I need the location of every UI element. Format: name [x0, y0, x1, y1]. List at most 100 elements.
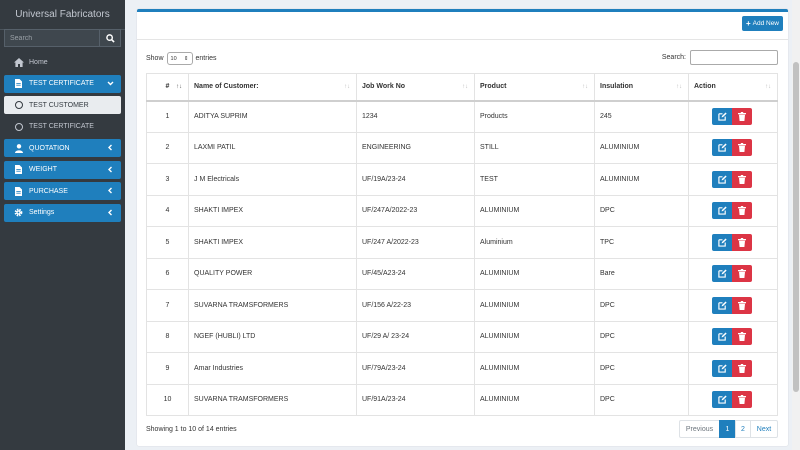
cell-index: 10 — [146, 383, 189, 416]
sidebar-item-label: Home — [29, 58, 48, 66]
pagination-next[interactable]: Next — [750, 420, 778, 438]
edit-icon — [717, 109, 727, 124]
brand-title[interactable]: Universal Fabricators — [0, 0, 125, 30]
delete-button[interactable] — [732, 139, 752, 157]
cell-product: Aluminium — [474, 226, 595, 259]
edit-button[interactable] — [712, 139, 732, 157]
table-row: 1 ADITYA SUPRIM 1234 Products 245 — [146, 100, 778, 133]
delete-button[interactable] — [732, 233, 752, 251]
search-label: Search: — [661, 54, 686, 61]
row-actions — [694, 233, 777, 251]
delete-button[interactable] — [732, 265, 752, 283]
gear-icon — [13, 208, 24, 217]
pagination-page-2[interactable]: 2 — [735, 420, 751, 438]
column-header-customer[interactable]: Name of Customer: ↑↓ — [188, 73, 357, 102]
sidebar-item-quotation[interactable]: QUOTATION — [4, 139, 121, 157]
delete-button[interactable] — [732, 328, 752, 346]
edit-button[interactable] — [712, 296, 732, 314]
edit-icon — [717, 266, 727, 281]
cell-customer-name: SUVARNA TRAMSFORMERS — [188, 289, 357, 322]
delete-button[interactable] — [732, 359, 752, 377]
cell-insulation: DPC — [594, 194, 689, 227]
entries-label: entries — [195, 55, 217, 62]
sidebar-search-input[interactable] — [4, 29, 99, 47]
delete-button[interactable] — [732, 108, 752, 125]
sidebar-item-settings[interactable]: Settings — [4, 203, 121, 222]
delete-button[interactable] — [732, 170, 752, 188]
trash-icon — [738, 329, 746, 344]
delete-button[interactable] — [732, 202, 752, 220]
card-header: + Add New — [137, 12, 788, 40]
sidebar-item-test-certificate[interactable]: TEST CERTIFICATE — [4, 74, 121, 93]
row-actions — [694, 265, 777, 283]
sidebar-item-label: PURCHASE — [29, 187, 68, 195]
table-row: 10 SUVARNA TRAMSFORMERS UF/91A/23-24 ALUMIN… — [146, 383, 778, 416]
cell-customer-name: NGEF (HUBLI) LTD — [188, 320, 357, 353]
table-row: 3J M Electricals UF/19A/23-24 TEST ALUMINIU… — [146, 163, 778, 196]
edit-button[interactable] — [712, 391, 732, 409]
cell-customer-name: SUVARNA TRAMSFORMERS — [188, 383, 357, 416]
sidebar-item-weight[interactable]: WEIGHT — [4, 160, 121, 179]
page-scrollbar[interactable] — [792, 0, 800, 450]
home-icon — [13, 57, 24, 67]
table-search-input[interactable] — [690, 50, 778, 65]
cell-product: STILL — [474, 131, 595, 164]
trash-icon — [738, 235, 746, 250]
updown-icon: ⇕ — [183, 55, 189, 62]
cell-customer-name: SHAKTI IMPEX — [188, 226, 357, 259]
edit-button[interactable] — [712, 108, 732, 125]
cell-insulation: 245 — [594, 100, 689, 133]
sort-asc-icon: ↑↓ — [176, 84, 182, 90]
cell-customer-name: QUALITY POWER — [188, 257, 357, 290]
cell-action — [688, 320, 778, 353]
edit-icon — [717, 235, 727, 250]
cell-job-work-no: UF/45/A23-24 — [356, 257, 475, 290]
column-header-job-work[interactable]: Job Work No ↑↓ — [356, 73, 475, 102]
entries-select[interactable]: 10 ⇕ — [166, 52, 193, 65]
column-header-product[interactable]: Product ↑↓ — [474, 73, 595, 102]
sidebar-item-purchase[interactable]: PURCHASE — [4, 182, 121, 200]
pagination-previous[interactable]: Previous — [679, 420, 720, 438]
cell-index: 7 — [146, 289, 189, 322]
cell-customer-name: LAXMI PATIL — [188, 131, 357, 164]
edit-icon — [717, 329, 727, 344]
delete-button[interactable] — [732, 391, 752, 409]
sidebar-item-test-certificate-sub[interactable]: TEST CERTIFICATE — [4, 118, 121, 136]
add-new-button[interactable]: + Add New — [741, 16, 783, 31]
cell-action — [688, 289, 778, 322]
cell-action — [688, 100, 778, 133]
column-header-insulation[interactable]: Insulation ↑↓ — [594, 73, 689, 102]
cell-product: Products — [474, 100, 595, 133]
customer-card: + Add New Show 10 ⇕ entries Search: # ↑↓ … — [137, 9, 788, 446]
row-actions — [694, 170, 777, 188]
cell-insulation: DPC — [594, 383, 689, 416]
edit-button[interactable] — [712, 233, 732, 251]
edit-button[interactable] — [712, 328, 732, 346]
sidebar-item-home[interactable]: Home — [4, 53, 121, 71]
edit-button[interactable] — [712, 170, 732, 188]
cell-index: 6 — [146, 257, 189, 290]
cell-insulation: ALUMINIUM — [594, 131, 689, 164]
column-header-index[interactable]: # ↑↓ — [146, 73, 189, 102]
user-icon — [13, 143, 24, 153]
cell-insulation: Bare — [594, 257, 689, 290]
cell-action — [688, 194, 778, 227]
sidebar-item-label: Settings — [29, 209, 55, 216]
column-header-action[interactable]: Action ↑↓ — [688, 73, 778, 102]
edit-icon — [717, 172, 727, 187]
edit-button[interactable] — [712, 359, 732, 377]
sort-icon: ↑↓ — [462, 84, 468, 90]
cell-customer-name: J M Electricals — [188, 163, 357, 196]
edit-button[interactable] — [712, 202, 732, 220]
pagination-page-1[interactable]: 1 — [719, 420, 736, 438]
trash-icon — [738, 361, 746, 376]
sidebar-item-test-customer[interactable]: TEST CUSTOMER — [4, 96, 121, 114]
sidebar-search-button[interactable] — [99, 29, 121, 47]
sidebar-item-label: TEST CERTIFICATE — [29, 123, 94, 130]
edit-button[interactable] — [712, 265, 732, 283]
file-icon — [13, 79, 24, 88]
delete-button[interactable] — [732, 296, 752, 314]
row-actions — [694, 328, 777, 346]
cell-insulation: DPC — [594, 352, 689, 385]
scrollbar-thumb[interactable] — [793, 62, 799, 392]
